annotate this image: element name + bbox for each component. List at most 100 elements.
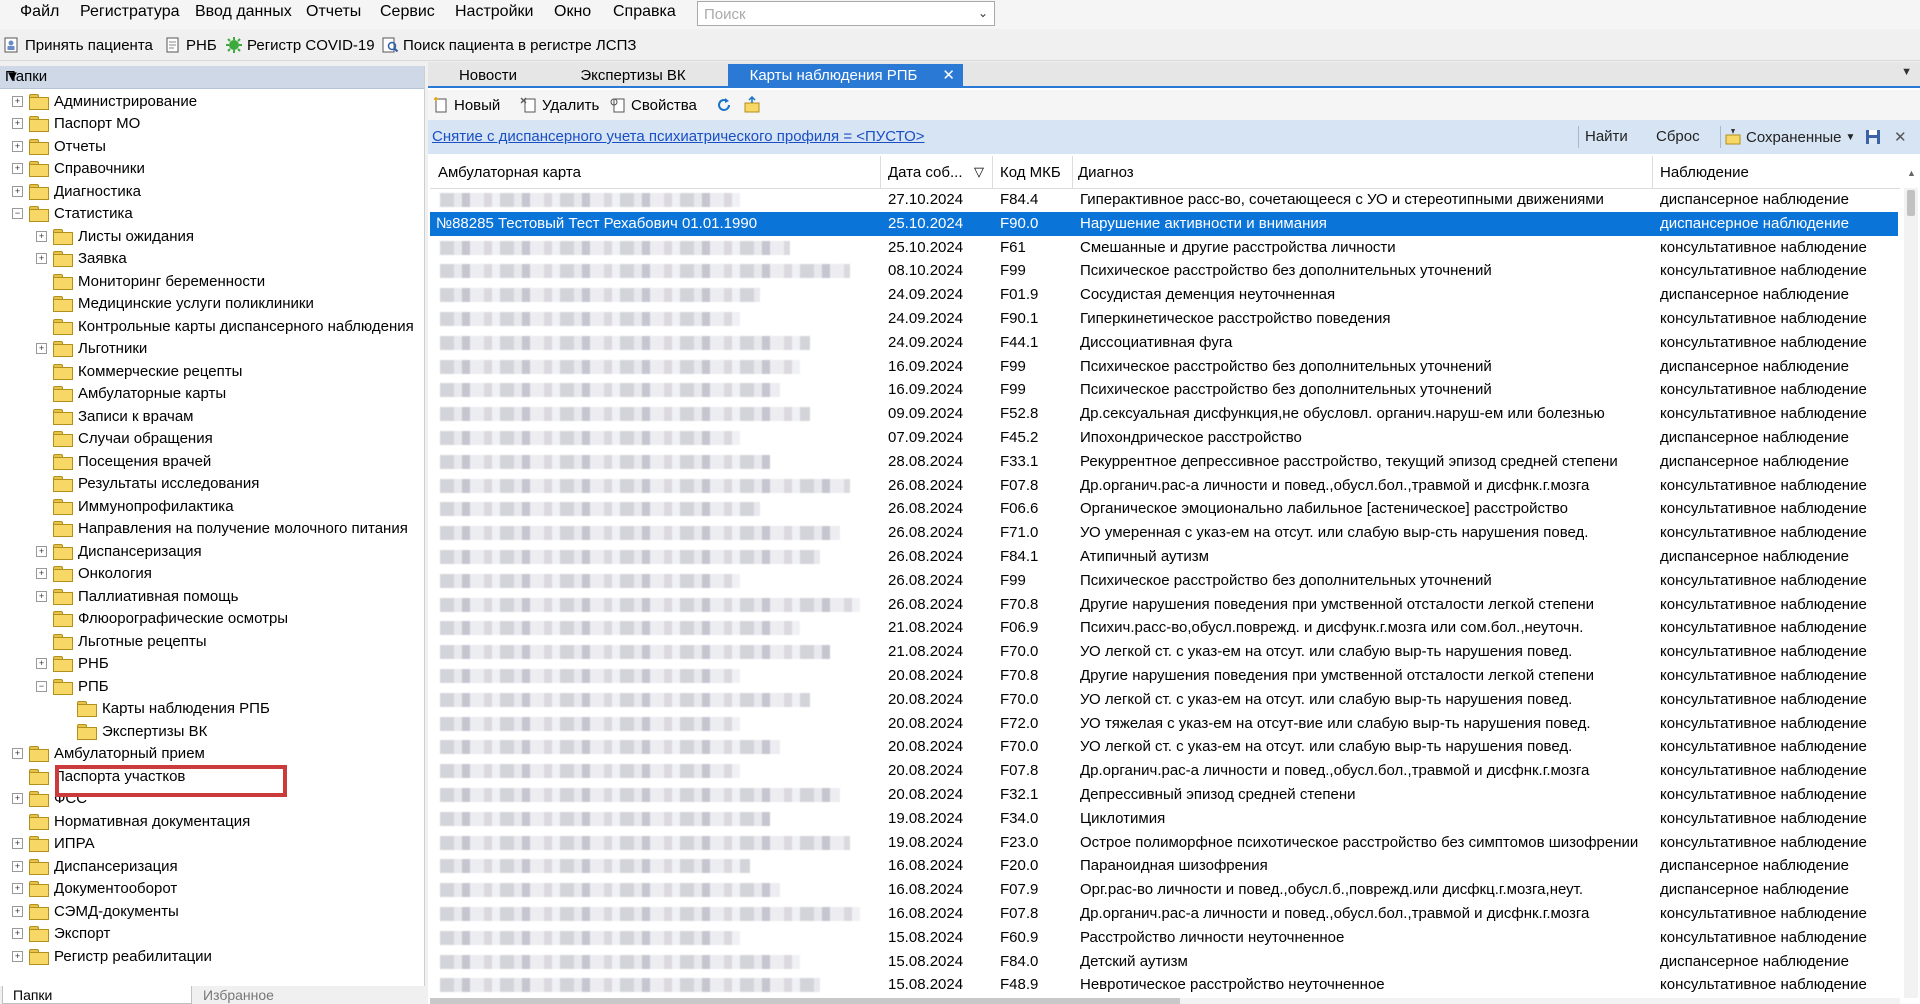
close-icon[interactable]: ✕ (942, 66, 955, 84)
expand-icon[interactable]: + (12, 185, 23, 197)
table-row[interactable]: 20.08.2024 F32.1 Депрессивный эпизод средн… (430, 783, 1898, 807)
tree-item[interactable]: Результаты исследования (36, 473, 259, 495)
tree-item[interactable]: Нормативная документация (12, 810, 250, 832)
table-row[interactable]: 16.08.2024 F07.9 Орг.рас-во личности и пов… (430, 878, 1898, 902)
table-row[interactable]: 26.08.2024 F99 Психическое расстройство бе… (430, 569, 1898, 593)
table-row[interactable]: 26.08.2024 F84.1 Атипичный аутизм диспансер… (430, 545, 1898, 569)
col-ambulatory-card[interactable]: Амбулаторная карта (438, 164, 581, 181)
menu-help[interactable]: Справка (613, 3, 676, 21)
lspz-search-button[interactable]: Поиск пациента в регистре ЛСПЗ (381, 34, 636, 56)
expand-icon[interactable]: + (36, 658, 47, 669)
expand-icon[interactable]: + (12, 793, 23, 804)
accept-patient-button[interactable]: Принять пациента (3, 34, 153, 56)
tree-item[interactable]: Медицинские услуги поликлиники (36, 293, 314, 315)
tree-item[interactable]: + Амбулаторный прием (12, 743, 205, 765)
chevron-down-icon[interactable]: ⌄ (978, 6, 988, 20)
tree-item[interactable]: + Диспансеризация (36, 540, 202, 562)
collapse-icon[interactable]: − (36, 680, 47, 692)
tree-item[interactable]: Случаи обращения (36, 428, 213, 450)
table-row[interactable]: 26.08.2024 F70.8 Другие нарушения поведени… (430, 593, 1898, 617)
new-button[interactable]: Новый (432, 94, 500, 116)
table-row[interactable]: 20.08.2024 F70.8 Другие нарушения поведени… (430, 664, 1898, 688)
tree-item[interactable]: + Диагностика (12, 180, 141, 202)
table-row[interactable]: 24.09.2024 F01.9 Сосудистая деменция неуто… (430, 283, 1898, 307)
table-row[interactable]: 16.08.2024 F20.0 Параноидная шизофрения дис… (430, 854, 1898, 878)
expand-icon[interactable]: + (36, 545, 47, 557)
tree-item[interactable]: + Отчеты (12, 135, 106, 157)
table-row[interactable]: 24.09.2024 F44.1 Диссоциативная фуга консул… (430, 331, 1898, 355)
col-icd-code[interactable]: Код МКБ (1000, 164, 1061, 181)
tab-vk-expertise[interactable]: Экспертизы ВК (568, 64, 698, 86)
properties-button[interactable]: Свойства (609, 94, 697, 116)
sort-desc-icon[interactable]: ▽ (974, 164, 984, 180)
expand-icon[interactable]: + (36, 590, 47, 602)
table-row[interactable]: 07.09.2024 F45.2 Ипохондрическое расстройс… (430, 426, 1898, 450)
table-row[interactable]: 21.08.2024 F06.9 Психич.расс-во,обусл.повр… (430, 616, 1898, 640)
menu-reports[interactable]: Отчеты (306, 3, 361, 21)
tab-folders[interactable]: Папки (2, 986, 192, 1004)
menu-file[interactable]: Файл (20, 3, 59, 21)
tree-item[interactable]: Записи к врачам (36, 405, 193, 427)
tree-item[interactable]: + РНБ (36, 653, 109, 675)
tree-item[interactable]: + Справочники (12, 158, 145, 180)
table-row[interactable]: 16.09.2024 F99 Психическое расстройство бе… (430, 355, 1898, 379)
menu-service[interactable]: Сервис (380, 3, 435, 21)
table-row[interactable]: 19.08.2024 F23.0 Острое полиморфное психот… (430, 831, 1898, 855)
table-row[interactable]: 09.09.2024 F52.8 Др.сексуальная дисфункция… (430, 402, 1898, 426)
tree-item[interactable]: + Заявка (36, 248, 127, 270)
table-row[interactable]: 20.08.2024 F07.8 Др.органич.рас-а личности… (430, 759, 1898, 783)
table-row[interactable]: 16.09.2024 F99 Психическое расстройство бе… (430, 378, 1898, 402)
tree-item[interactable]: Коммерческие рецепты (36, 360, 242, 382)
tree-item[interactable]: Льготные рецепты (36, 630, 206, 652)
expand-icon[interactable]: + (12, 838, 23, 849)
tree-item[interactable]: + Паллиативная помощь (36, 585, 238, 607)
table-row[interactable]: 15.08.2024 F60.9 Расстройство личности неу… (430, 926, 1898, 950)
table-row[interactable]: 21.08.2024 F70.0 УО легкой ст. с указ-ем н… (430, 640, 1898, 664)
table-row[interactable]: 26.08.2024 F06.6 Органическое эмоционально… (430, 497, 1898, 521)
tree-item[interactable]: Флюорографические осмотры (36, 608, 288, 630)
menu-window[interactable]: Окно (554, 3, 591, 21)
tree-item[interactable]: + Листы ожидания (36, 225, 194, 247)
tree-item[interactable]: + СЭМД-документы (12, 900, 179, 922)
save-filter-icon[interactable] (1864, 128, 1882, 150)
delete-button[interactable]: Удалить (520, 94, 599, 116)
tree-item[interactable]: Контрольные карты диспансерного наблюден… (36, 315, 414, 337)
expand-icon[interactable]: + (12, 748, 23, 759)
column-separator[interactable] (1652, 156, 1653, 188)
table-row[interactable]: 08.10.2024 F99 Психическое расстройство бе… (430, 259, 1898, 283)
expand-icon[interactable]: + (12, 905, 23, 917)
tree-item[interactable]: + Регистр реабилитации (12, 945, 212, 967)
tree-item[interactable]: + Онкология (36, 563, 152, 585)
export-button[interactable] (743, 94, 761, 116)
expand-icon[interactable]: + (12, 928, 23, 939)
scroll-up-icon[interactable]: ▲ (1907, 168, 1916, 178)
column-separator[interactable] (880, 156, 881, 188)
tree-item[interactable]: − Статистика (12, 203, 133, 225)
tree-item[interactable]: Карты наблюдения РПБ (60, 698, 270, 720)
column-separator[interactable] (1072, 156, 1073, 188)
expand-icon[interactable]: + (36, 343, 47, 354)
table-row[interactable]: 15.08.2024 F84.0 Детский аутизм диспансерно… (430, 950, 1898, 974)
collapse-icon[interactable]: − (12, 208, 23, 219)
rnb-button[interactable]: РНБ (164, 34, 217, 56)
expand-icon[interactable]: + (36, 230, 47, 242)
horizontal-scrollbar[interactable] (430, 998, 1900, 1004)
table-row[interactable]: 26.08.2024 F07.8 Др.органич.рас-а личности… (430, 474, 1898, 498)
filter-condition-link[interactable]: Снятие с диспансерного учета психиатриче… (432, 128, 925, 145)
covid-register-button[interactable]: Регистр COVID-19 (225, 34, 375, 56)
find-button[interactable]: Найти (1585, 128, 1628, 145)
col-event-date[interactable]: Дата соб... (888, 164, 963, 181)
close-filter-icon[interactable]: ✕ (1894, 128, 1907, 146)
refresh-button[interactable] (715, 94, 733, 116)
expand-icon[interactable]: + (12, 140, 23, 152)
vertical-scrollbar[interactable]: ▲ (1904, 168, 1918, 998)
table-row[interactable]: 16.08.2024 F07.8 Др.органич.рас-а личности… (430, 902, 1898, 926)
table-row[interactable]: 20.08.2024 F70.0 УО легкой ст. с указ-ем н… (430, 735, 1898, 759)
tree-item[interactable]: + Документооборот (12, 878, 177, 900)
tree-item[interactable]: Иммунопрофилактика (36, 495, 234, 517)
menu-registry[interactable]: Регистратура (80, 3, 180, 21)
tree-item[interactable]: − РПБ (36, 675, 109, 697)
table-row[interactable]: 28.08.2024 F33.1 Рекуррентное депрессивное… (430, 450, 1898, 474)
tree-item[interactable]: Амбулаторные карты (36, 383, 226, 405)
scroll-thumb[interactable] (430, 998, 1180, 1004)
